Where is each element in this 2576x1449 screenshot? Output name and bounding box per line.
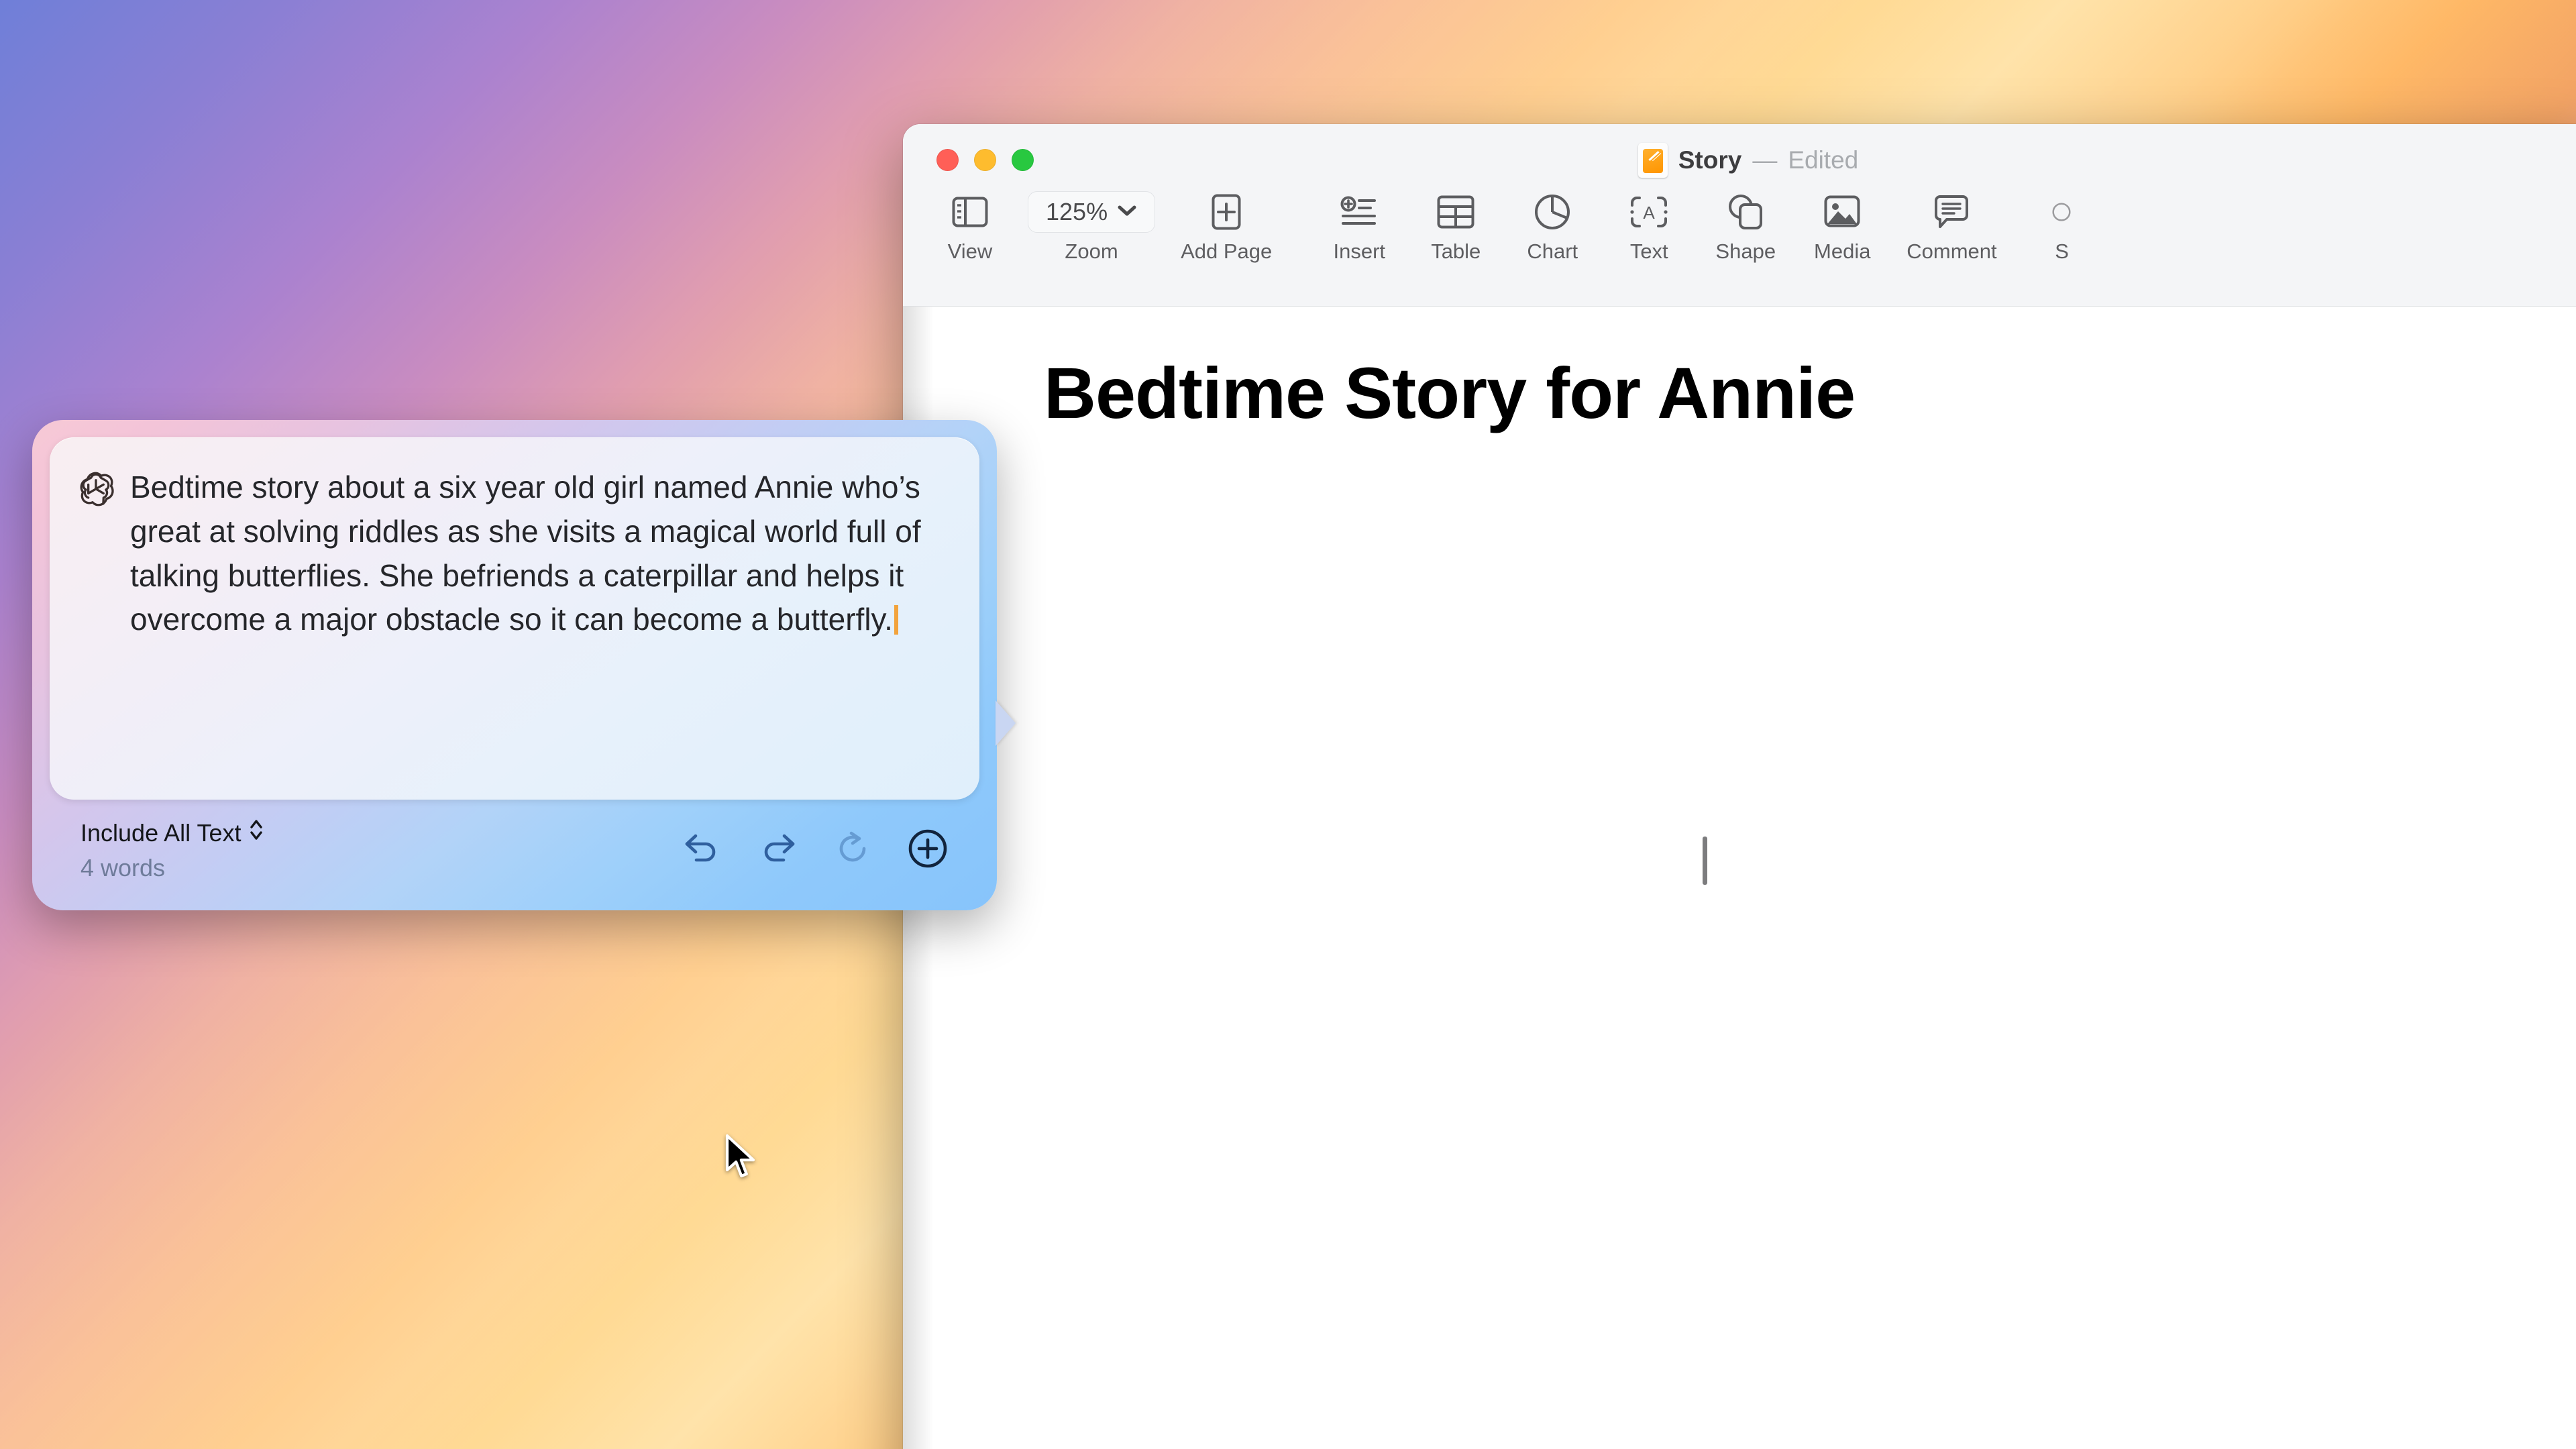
updown-chevron-icon xyxy=(249,818,264,847)
toolbar-item-view[interactable]: View xyxy=(938,191,1002,264)
prompt-text[interactable]: Bedtime story about a six year old girl … xyxy=(130,466,935,769)
pages-app-window: Story — Edited View xyxy=(903,124,2576,1449)
window-title: Story — Edited xyxy=(903,143,2576,178)
toolbar-label-share: S xyxy=(2055,239,2069,264)
toolbar-item-add-page[interactable]: Add Page xyxy=(1181,191,1272,264)
popover-footer: Include All Text 4 words xyxy=(50,800,979,893)
toolbar-label-insert: Insert xyxy=(1333,239,1385,264)
pages-document-icon xyxy=(1638,143,1668,178)
openai-chatgpt-logo xyxy=(76,470,115,769)
toolbar-item-share[interactable]: S xyxy=(2052,191,2072,264)
pages-toolbar: View 125% Zoom xyxy=(903,191,2576,264)
prompt-text-value: Bedtime story about a six year old girl … xyxy=(130,470,921,637)
toolbar-label-comment: Comment xyxy=(1907,239,1996,264)
popover-action-group xyxy=(682,818,949,869)
text-box-a-icon: A xyxy=(1630,191,1668,233)
prompt-caret xyxy=(894,605,898,635)
edit-state-label: Edited xyxy=(1788,146,1858,174)
toolbar-item-shape[interactable]: Shape xyxy=(1713,191,1778,264)
add-page-icon xyxy=(1212,191,1241,233)
toolbar-item-media[interactable]: Media xyxy=(1810,191,1874,264)
toolbar-label-add-page: Add Page xyxy=(1181,239,1272,264)
redo-icon[interactable] xyxy=(757,828,798,869)
toolbar-item-table[interactable]: Table xyxy=(1424,191,1488,264)
toolbar-label-table: Table xyxy=(1431,239,1481,264)
popover-tail-pointer xyxy=(996,700,1016,746)
footer-left-group: Include All Text 4 words xyxy=(80,818,264,882)
insert-list-icon xyxy=(1340,191,1379,233)
image-media-icon xyxy=(1824,191,1860,233)
toolbar-item-chart[interactable]: Chart xyxy=(1520,191,1585,264)
prompt-card[interactable]: Bedtime story about a six year old girl … xyxy=(50,437,979,800)
undo-icon[interactable] xyxy=(682,828,723,869)
toolbar-label-shape: Shape xyxy=(1715,239,1776,264)
share-icon xyxy=(2052,191,2072,233)
title-separator: — xyxy=(1752,146,1777,174)
zoom-dropdown[interactable]: 125% xyxy=(1028,191,1155,233)
toolbar-label-text: Text xyxy=(1630,239,1668,264)
regenerate-icon[interactable] xyxy=(832,828,873,869)
toolbar-item-zoom[interactable]: 125% Zoom xyxy=(1028,191,1155,264)
document-name: Story xyxy=(1678,146,1742,174)
add-insert-icon[interactable] xyxy=(907,828,949,869)
shapes-icon xyxy=(1727,191,1764,233)
chatgpt-compose-popover: Bedtime story about a six year old girl … xyxy=(32,420,997,910)
toolbar-label-zoom: Zoom xyxy=(1065,239,1118,264)
toolbar-item-comment[interactable]: Comment xyxy=(1907,191,1996,264)
window-titlebar: Story — Edited View xyxy=(903,124,2576,307)
toolbar-item-text[interactable]: A Text xyxy=(1617,191,1681,264)
chevron-down-icon xyxy=(1117,204,1137,221)
sidebar-panel-icon xyxy=(952,191,988,233)
toolbar-label-view: View xyxy=(948,239,993,264)
word-count-label: 4 words xyxy=(80,854,264,882)
zoom-value: 125% xyxy=(1046,198,1108,226)
pie-chart-icon xyxy=(1534,191,1570,233)
toolbar-label-chart: Chart xyxy=(1527,239,1578,264)
include-text-select[interactable]: Include All Text xyxy=(80,818,264,847)
document-text-caret xyxy=(1703,837,1707,885)
document-heading[interactable]: Bedtime Story for Annie xyxy=(1044,351,1855,435)
include-text-label: Include All Text xyxy=(80,819,241,847)
toolbar-item-insert[interactable]: Insert xyxy=(1327,191,1391,264)
toolbar-label-media: Media xyxy=(1814,239,1870,264)
svg-text:A: A xyxy=(1644,203,1656,223)
comment-bubble-icon xyxy=(1934,191,1969,233)
document-canvas[interactable]: Bedtime Story for Annie xyxy=(903,307,2576,1449)
mouse-arrow-cursor xyxy=(723,1134,761,1181)
table-grid-icon xyxy=(1437,191,1474,233)
